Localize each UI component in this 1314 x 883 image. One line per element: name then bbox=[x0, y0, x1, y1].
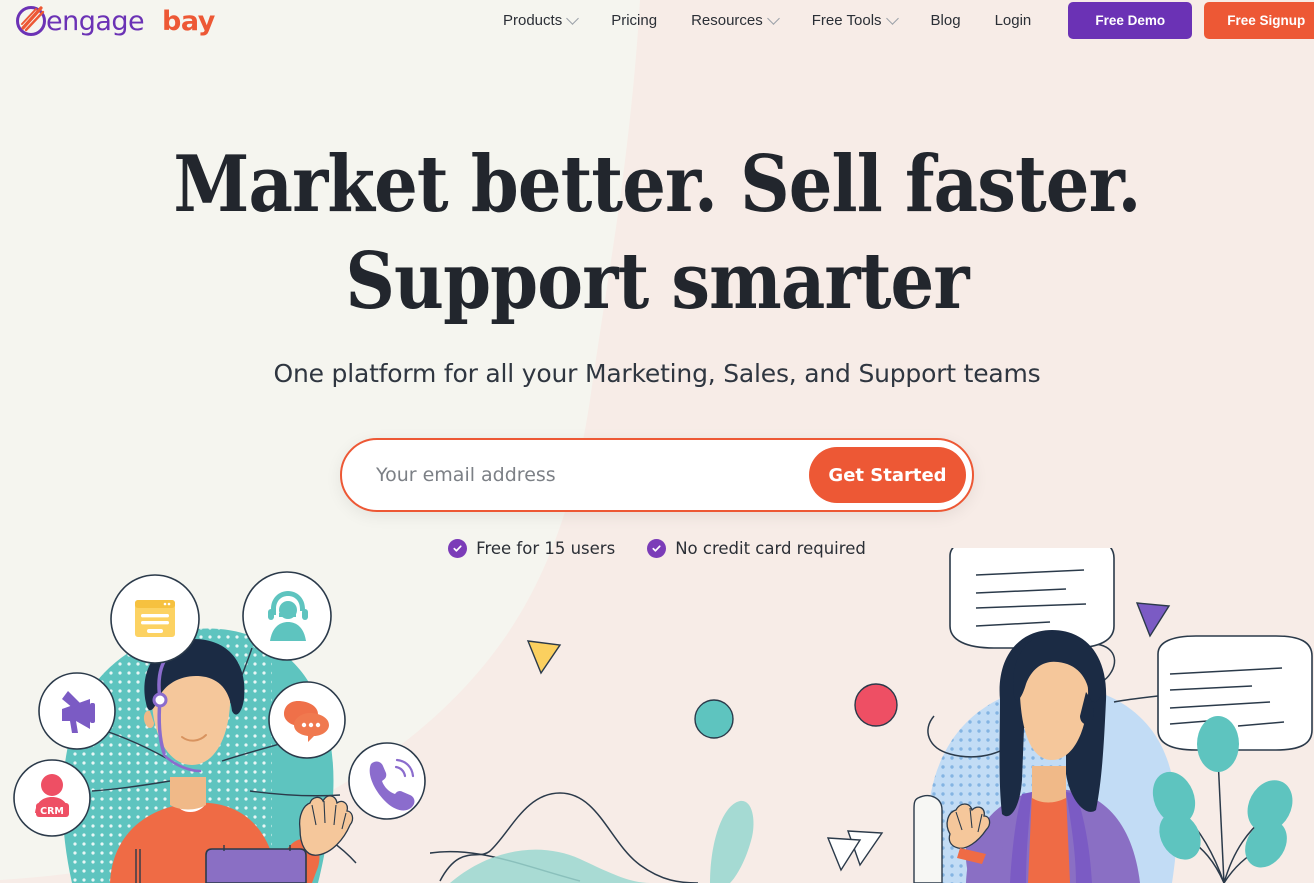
nav-item-label: Blog bbox=[930, 11, 961, 29]
headline-line-2: Support smarter bbox=[345, 236, 969, 327]
page-title: Market better. Sell faster. Support smar… bbox=[79, 136, 1235, 330]
nav-item-label: Login bbox=[994, 11, 1032, 29]
badge-no-credit-card: No credit card required bbox=[647, 539, 866, 558]
svg-text:engage: engage bbox=[46, 6, 144, 37]
headline-line-1: Market better. Sell faster. bbox=[173, 139, 1141, 230]
badge-free-for-15-users: Free for 15 users bbox=[448, 539, 615, 558]
chevron-down-icon bbox=[566, 11, 580, 25]
hero-badges: Free for 15 users No credit card require… bbox=[0, 539, 1314, 558]
engagebay-swoosh-icon bbox=[16, 6, 46, 36]
nav-item-resources[interactable]: Resources bbox=[674, 12, 795, 29]
nav-item-products[interactable]: Products bbox=[486, 12, 594, 29]
badge-label: Free for 15 users bbox=[476, 539, 616, 558]
top-navigation-bar: engage bay Products Pricing Resources Fr… bbox=[0, 0, 1314, 40]
free-signup-button[interactable]: Free Signup bbox=[1204, 1, 1314, 39]
engagebay-logo[interactable]: engage bay bbox=[14, 0, 224, 40]
nav-item-label: Pricing bbox=[611, 11, 658, 29]
nav-item-label: Resources bbox=[691, 11, 763, 29]
nav-item-login[interactable]: Login bbox=[978, 12, 1049, 29]
hero-section: Market better. Sell faster. Support smar… bbox=[0, 136, 1314, 558]
email-signup-form: Get Started bbox=[340, 438, 974, 512]
check-circle-icon bbox=[448, 539, 468, 558]
email-field[interactable] bbox=[342, 445, 809, 505]
hero-subtitle: One platform for all your Marketing, Sal… bbox=[273, 359, 1041, 388]
free-demo-button[interactable]: Free Demo bbox=[1068, 1, 1193, 39]
get-started-button[interactable]: Get Started bbox=[809, 447, 966, 503]
nav-item-free-tools[interactable]: Free Tools bbox=[795, 12, 914, 29]
chevron-down-icon bbox=[766, 11, 780, 25]
check-circle-icon bbox=[647, 539, 667, 558]
nav-links: Products Pricing Resources Free Tools Bl… bbox=[486, 12, 1048, 29]
svg-text:bay: bay bbox=[162, 6, 216, 37]
engagebay-hero-page: engage bay Products Pricing Resources Fr… bbox=[0, 0, 1314, 883]
chevron-down-icon bbox=[885, 11, 899, 25]
nav-item-pricing[interactable]: Pricing bbox=[594, 12, 674, 29]
nav-item-label: Products bbox=[503, 11, 563, 29]
badge-label: No credit card required bbox=[675, 539, 866, 558]
nav-item-label: Free Tools bbox=[811, 11, 882, 29]
nav-action-buttons: Free Demo Free Signup bbox=[1054, 1, 1314, 39]
nav-item-blog[interactable]: Blog bbox=[914, 12, 978, 29]
